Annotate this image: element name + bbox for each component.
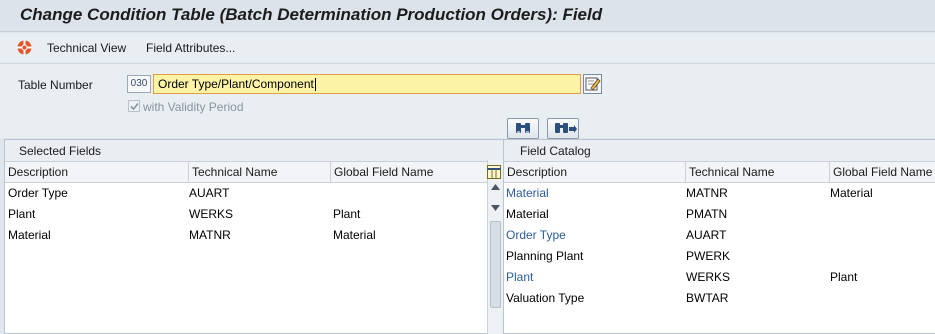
cell-global: Material xyxy=(830,186,873,200)
scroll-down-icon[interactable] xyxy=(491,205,500,211)
selected-fields-column-header: Description Technical Name Global Field … xyxy=(5,162,503,183)
cell-technical: AUART xyxy=(189,186,230,200)
scroll-thumb[interactable] xyxy=(490,221,501,308)
field-attributes-button[interactable]: Field Attributes... xyxy=(146,41,235,55)
cell-description: Valuation Type xyxy=(506,291,585,305)
column-settings-icon[interactable] xyxy=(487,165,501,179)
column-description[interactable]: Description xyxy=(504,162,685,182)
cell-technical: AUART xyxy=(686,228,727,242)
cell-technical: WERKS xyxy=(686,270,731,284)
cell-description: Material xyxy=(506,207,549,221)
field-catalog-title: Field Catalog xyxy=(520,144,591,158)
technical-view-button[interactable]: Technical View xyxy=(47,41,126,55)
column-technical-name[interactable]: Technical Name xyxy=(188,162,330,182)
cell-technical: PWERK xyxy=(686,249,731,263)
cell-global xyxy=(330,183,333,204)
cell-description[interactable]: Plant xyxy=(503,267,533,288)
field-catalog-column-header: Description Technical Name Global Field … xyxy=(504,162,935,183)
technical-view-icon[interactable] xyxy=(17,40,32,55)
cell-global xyxy=(827,225,830,246)
cell-technical: WERKS xyxy=(189,207,234,221)
table-row[interactable]: Order Type AUART xyxy=(5,183,503,204)
table-row[interactable]: Material MATNR Material xyxy=(504,183,935,204)
find-button[interactable] xyxy=(507,118,539,139)
table-row[interactable]: Planning Plant PWERK xyxy=(504,246,935,267)
field-catalog-panel: Field Catalog Description Technical Name… xyxy=(503,139,935,334)
table-row[interactable]: Order Type AUART xyxy=(504,225,935,246)
field-catalog-header: Field Catalog xyxy=(504,140,935,162)
cell-global xyxy=(827,246,830,267)
binoculars-icon xyxy=(516,123,530,133)
table-number-field[interactable]: 030 xyxy=(127,75,151,93)
selected-fields-panel: Selected Fields Description Technical Na… xyxy=(4,139,504,334)
cell-technical: BWTAR xyxy=(686,291,729,305)
selected-fields-scrollbar[interactable] xyxy=(487,160,503,334)
column-description[interactable]: Description xyxy=(5,162,188,182)
scroll-up-icon[interactable] xyxy=(491,184,500,190)
cell-description: Planning Plant xyxy=(506,249,584,263)
cell-description[interactable]: Order Type xyxy=(503,225,566,246)
cell-technical: MATNR xyxy=(686,186,728,200)
validity-period-checkbox[interactable] xyxy=(128,100,140,112)
cell-description: Plant xyxy=(8,207,36,221)
find-next-button[interactable] xyxy=(547,118,579,139)
column-technical-name[interactable]: Technical Name xyxy=(685,162,829,182)
table-row[interactable]: Plant WERKS Plant xyxy=(504,267,935,288)
cell-description[interactable]: Material xyxy=(503,183,549,204)
edit-icon xyxy=(585,77,601,91)
check-icon xyxy=(130,102,139,111)
title-bar: Change Condition Table (Batch Determinat… xyxy=(0,0,935,32)
cell-global xyxy=(827,204,830,225)
cell-technical: MATNR xyxy=(189,228,231,242)
cell-global: Material xyxy=(333,228,376,242)
edit-description-button[interactable] xyxy=(583,74,602,94)
cell-global: Plant xyxy=(333,207,361,221)
cell-technical: PMATN xyxy=(686,207,728,221)
cell-description: Material xyxy=(8,228,51,242)
table-description-text: Order Type/Plant/Component xyxy=(158,77,314,91)
table-row[interactable]: Material MATNR Material xyxy=(5,225,503,246)
table-description-input[interactable]: Order Type/Plant/Component xyxy=(153,74,581,94)
window-title: Change Condition Table (Batch Determinat… xyxy=(20,5,603,24)
binoculars-next-icon xyxy=(555,123,577,133)
cell-global xyxy=(827,288,830,309)
table-number-label: Table Number xyxy=(18,78,93,92)
table-row[interactable]: Material PMATN xyxy=(504,204,935,225)
cell-description: Order Type xyxy=(8,186,68,200)
application-toolbar: Technical View Field Attributes... xyxy=(0,33,935,64)
table-row[interactable]: Plant WERKS Plant xyxy=(5,204,503,225)
selected-fields-header: Selected Fields xyxy=(5,140,503,162)
cell-global: Plant xyxy=(830,270,858,284)
selected-fields-title: Selected Fields xyxy=(19,144,102,158)
validity-period-label: with Validity Period xyxy=(143,100,244,114)
text-caret xyxy=(314,78,316,92)
column-global-field-name[interactable]: Global Field Name xyxy=(829,162,935,182)
column-global-field-name[interactable]: Global Field Name xyxy=(330,162,488,182)
table-row[interactable]: Valuation Type BWTAR xyxy=(504,288,935,309)
